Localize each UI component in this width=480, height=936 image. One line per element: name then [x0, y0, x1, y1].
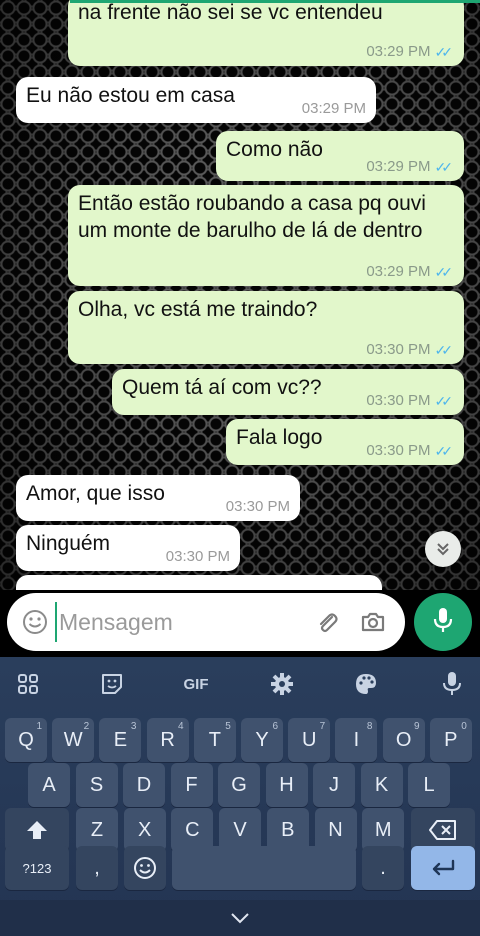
message-text: Então estão roubando a casa pq ouvi um m… — [78, 192, 426, 242]
message-input[interactable] — [55, 602, 295, 642]
message-time: 03:29 PM — [366, 43, 431, 60]
key-a[interactable]: A — [28, 763, 70, 807]
settings-gear-icon[interactable] — [262, 664, 302, 704]
message-time: 03:30 PM — [366, 341, 431, 358]
key-label: I — [353, 728, 360, 751]
key-hint: 5 — [225, 721, 231, 732]
key-label: R — [160, 728, 175, 751]
microphone-icon — [432, 606, 454, 639]
double-check-icon: ✓✓ — [434, 44, 454, 60]
message-time: 03:29 PM — [301, 100, 366, 117]
key-o[interactable]: O9 — [382, 718, 425, 762]
double-check-icon: ✓✓ — [434, 393, 454, 409]
message-bubble[interactable]: Amor, que isso 03:30 PM — [16, 475, 300, 521]
key-d[interactable]: D — [123, 763, 165, 807]
key-label: Y — [255, 728, 269, 751]
gif-button[interactable]: GIF — [176, 664, 216, 704]
key-label: P — [444, 728, 458, 751]
key-k[interactable]: K — [360, 763, 403, 807]
double-check-icon: ✓✓ — [434, 159, 454, 175]
key-w[interactable]: W2 — [52, 718, 95, 762]
key-hint: 6 — [272, 721, 278, 732]
emoji-key[interactable] — [124, 846, 166, 890]
key-j[interactable]: J — [313, 763, 355, 807]
message-text: na frente não sei se vc entendeu — [78, 1, 383, 24]
message-text: Olha, vc está me traindo? — [78, 298, 318, 321]
key-i[interactable]: I8 — [335, 718, 378, 762]
key-label: Q — [18, 728, 34, 751]
message-time: 03:29 PM — [366, 158, 431, 175]
key-y[interactable]: Y6 — [241, 718, 283, 762]
message-bubble[interactable]: Fala logo 03:30 PM ✓✓ — [226, 419, 464, 465]
message-time: 03:30 PM — [366, 392, 431, 409]
key-label: E — [113, 728, 128, 751]
message-time: 03:29 PM — [366, 263, 431, 280]
enter-key[interactable] — [411, 846, 475, 890]
key-label: U — [301, 728, 317, 751]
message-bubble[interactable]: Quem tá aí com vc?? 03:30 PM ✓✓ — [112, 369, 464, 415]
key-hint: 0 — [461, 721, 467, 732]
chat-area[interactable]: na frente não sei se vc entendeu 03:29 P… — [0, 0, 480, 590]
sticker-icon[interactable] — [92, 664, 132, 704]
message-time: 03:30 PM — [165, 548, 230, 565]
key-f[interactable]: F — [170, 763, 213, 807]
message-bubble[interactable]: Então estão roubando a casa pq ouvi um m… — [68, 185, 464, 286]
hide-keyboard-chevron-icon[interactable] — [229, 905, 251, 931]
key-e[interactable]: E3 — [99, 718, 142, 762]
voice-input-icon[interactable] — [432, 664, 472, 704]
message-bubble[interactable]: Ninguém 03:30 PM — [16, 525, 240, 571]
message-time: 03:30 PM — [225, 498, 290, 515]
key-hint: 4 — [178, 721, 184, 732]
space-key[interactable] — [172, 846, 356, 890]
message-time: 03:30 PM — [366, 442, 431, 459]
message-bubble[interactable]: Olha, vc está me traindo? 03:30 PM ✓✓ — [68, 291, 464, 364]
navigation-bar — [0, 900, 480, 936]
apps-grid-icon[interactable] — [8, 664, 48, 704]
soft-keyboard: GIF Q1W2E3R4T5Y6U7I8O9P0 ASDFGHJKL ZXCVB… — [0, 657, 480, 936]
key-g[interactable]: G — [218, 763, 260, 807]
double-check-icon: ✓✓ — [434, 342, 454, 358]
key-q[interactable]: Q1 — [5, 718, 47, 762]
keyboard-toolbar: GIF — [0, 657, 480, 711]
accent-line — [70, 0, 480, 3]
period-key[interactable]: . — [362, 846, 404, 890]
palette-icon[interactable] — [346, 664, 386, 704]
key-hint: 7 — [319, 721, 326, 732]
key-r[interactable]: R4 — [146, 718, 189, 762]
key-h[interactable]: H — [265, 763, 308, 807]
double-check-icon: ✓✓ — [434, 264, 454, 280]
message-composer — [7, 593, 405, 651]
key-s[interactable]: S — [75, 763, 118, 807]
comma-key[interactable]: , — [76, 846, 118, 890]
key-l[interactable]: L — [408, 763, 450, 807]
chevron-double-down-icon[interactable] — [425, 531, 461, 567]
message-bubble[interactable]: na frente não sei se vc entendeu 03:29 P… — [68, 0, 464, 66]
key-label: W — [63, 728, 83, 751]
symbols-key[interactable]: ?123 — [5, 846, 69, 890]
key-label: O — [395, 728, 412, 751]
key-t[interactable]: T5 — [193, 718, 236, 762]
key-hint: 1 — [36, 721, 42, 732]
paperclip-icon[interactable] — [309, 609, 345, 635]
key-hint: 2 — [83, 721, 90, 732]
message-bubble-partial[interactable] — [16, 575, 382, 590]
emoji-icon[interactable] — [15, 609, 55, 635]
message-bubble[interactable]: Eu não estou em casa 03:29 PM — [16, 77, 376, 123]
key-u[interactable]: U7 — [288, 718, 331, 762]
key-hint: 8 — [366, 721, 373, 732]
key-p[interactable]: P0 — [429, 718, 472, 762]
double-check-icon: ✓✓ — [434, 443, 454, 459]
camera-icon[interactable] — [355, 610, 391, 634]
key-hint: 9 — [414, 721, 420, 732]
microphone-button[interactable] — [414, 593, 472, 651]
message-bubble[interactable]: Como não 03:29 PM ✓✓ — [216, 131, 464, 181]
key-hint: 3 — [130, 721, 137, 732]
key-label: T — [208, 728, 221, 751]
